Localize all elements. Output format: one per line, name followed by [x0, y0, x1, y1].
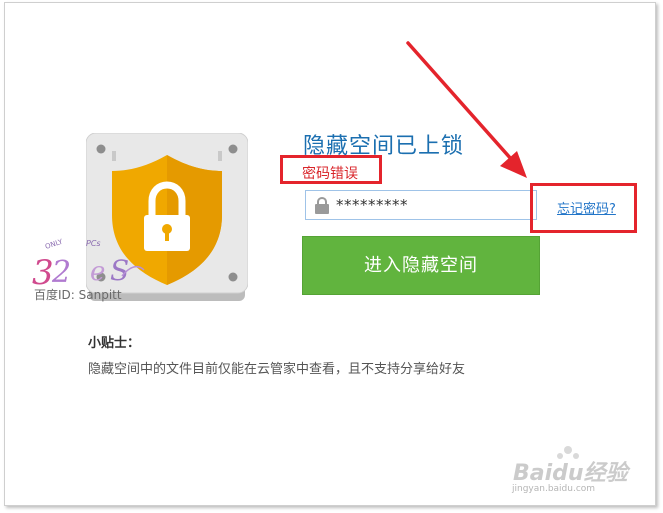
- svg-text:e: e: [90, 257, 105, 287]
- svg-text:2: 2: [51, 255, 71, 290]
- author-watermark-id: 百度ID: Sanpitt: [34, 288, 122, 302]
- svg-text:ONLY: ONLY: [44, 238, 64, 251]
- baidu-watermark-brand: Baidu经验: [513, 461, 628, 486]
- svg-text:PCs: PCs: [86, 239, 101, 248]
- baidu-watermark-url: jingyan.baidu.com: [512, 484, 596, 494]
